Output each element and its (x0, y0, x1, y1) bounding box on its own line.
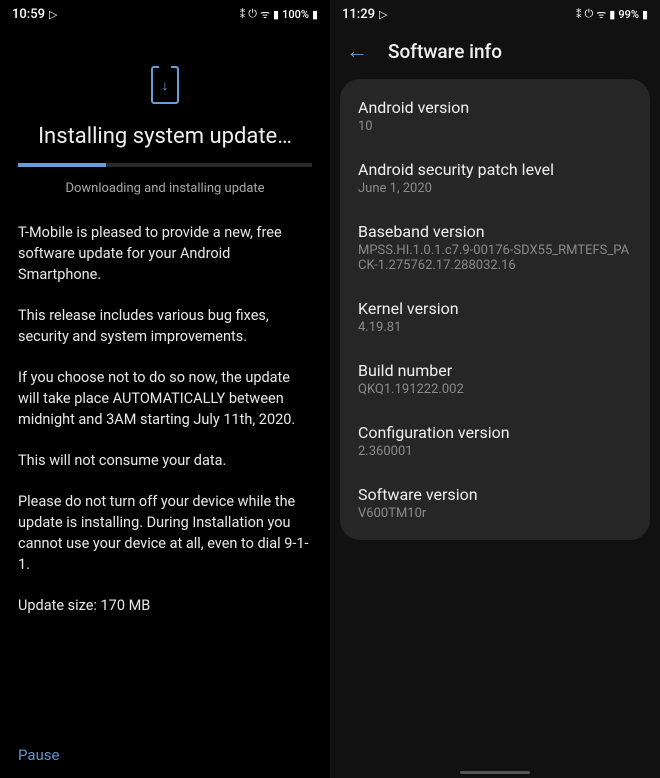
row-software-version[interactable]: Software version V600TM10r (340, 472, 650, 534)
update-phone-icon: ↓ (18, 66, 312, 104)
update-size: Update size: 170 MB (18, 597, 312, 614)
info-value: 2.360001 (358, 444, 632, 459)
info-value: 4.19.81 (358, 320, 632, 335)
info-label: Android security patch level (358, 160, 632, 179)
vibrate-icon: ⏻ (585, 7, 594, 21)
home-indicator[interactable] (460, 771, 530, 774)
row-security-patch[interactable]: Android security patch level June 1, 202… (340, 147, 650, 209)
back-arrow-icon[interactable]: ← (346, 41, 368, 63)
update-content: ↓ Installing system update… Downloading … (0, 28, 330, 634)
battery-icon: ▮ (642, 8, 648, 21)
info-label: Build number (358, 361, 632, 380)
software-info-card: Android version 10 Android security patc… (340, 79, 650, 540)
info-value: 10 (358, 119, 632, 134)
progress-fill (18, 163, 106, 167)
phone-software-info: 11:29 ▷ ⁑ ⏻ ᯤ ▮ 99% ▮ ← Software info An… (330, 0, 660, 778)
battery-icon: ▮ (312, 8, 318, 21)
status-bar: 11:29 ▷ ⁑ ⏻ ᯤ ▮ 99% ▮ (330, 0, 660, 28)
vibrate-icon: ⏻ (248, 7, 257, 21)
status-time: 11:29 (342, 7, 375, 22)
info-label: Configuration version (358, 423, 632, 442)
info-value: QKQ1.191222.002 (358, 382, 632, 397)
row-baseband[interactable]: Baseband version MPSS.HI.1.0.1.c7.9-0017… (340, 209, 650, 286)
signal-icon: ▮ (273, 8, 279, 21)
battery-percent: 99% (618, 8, 639, 21)
signal-icon: ▮ (609, 8, 615, 21)
header-bar: ← Software info (330, 28, 660, 79)
row-config-version[interactable]: Configuration version 2.360001 (340, 410, 650, 472)
update-text-4: This will not consume your data. (18, 450, 312, 471)
row-build-number[interactable]: Build number QKQ1.191222.002 (340, 348, 650, 410)
info-label: Android version (358, 98, 632, 117)
progress-bar (18, 163, 312, 167)
download-arrow-icon: ↓ (162, 77, 169, 94)
pause-button[interactable]: Pause (18, 746, 60, 764)
wifi-icon: ᯤ (260, 7, 270, 22)
update-text-5: Please do not turn off your device while… (18, 491, 312, 575)
row-kernel[interactable]: Kernel version 4.19.81 (340, 286, 650, 348)
info-value: June 1, 2020 (358, 181, 632, 196)
info-label: Kernel version (358, 299, 632, 318)
progress-label: Downloading and installing update (18, 181, 312, 196)
page-title: Software info (388, 40, 502, 63)
play-store-icon: ▷ (49, 8, 57, 21)
row-android-version[interactable]: Android version 10 (340, 85, 650, 147)
battery-percent: 100% (282, 8, 309, 21)
update-text-2: This release includes various bug fixes,… (18, 305, 312, 347)
bluetooth-icon: ⁑ (576, 8, 582, 21)
phone-update-screen: 10:59 ▷ ⁑ ⏻ ᯤ ▮ 100% ▮ ↓ Installing syst… (0, 0, 330, 778)
play-store-icon: ▷ (379, 8, 387, 21)
info-label: Software version (358, 485, 632, 504)
info-label: Baseband version (358, 222, 632, 241)
status-time: 10:59 (12, 7, 45, 22)
info-value: MPSS.HI.1.0.1.c7.9-00176-SDX55_RMTEFS_PA… (358, 243, 632, 273)
update-text-1: T-Mobile is pleased to provide a new, fr… (18, 222, 312, 285)
wifi-icon: ᯤ (596, 7, 606, 22)
bluetooth-icon: ⁑ (240, 8, 246, 21)
update-text-3: If you choose not to do so now, the upda… (18, 367, 312, 430)
update-body: T-Mobile is pleased to provide a new, fr… (18, 222, 312, 595)
status-bar: 10:59 ▷ ⁑ ⏻ ᯤ ▮ 100% ▮ (0, 0, 330, 28)
update-title: Installing system update… (18, 124, 312, 149)
info-value: V600TM10r (358, 506, 632, 521)
